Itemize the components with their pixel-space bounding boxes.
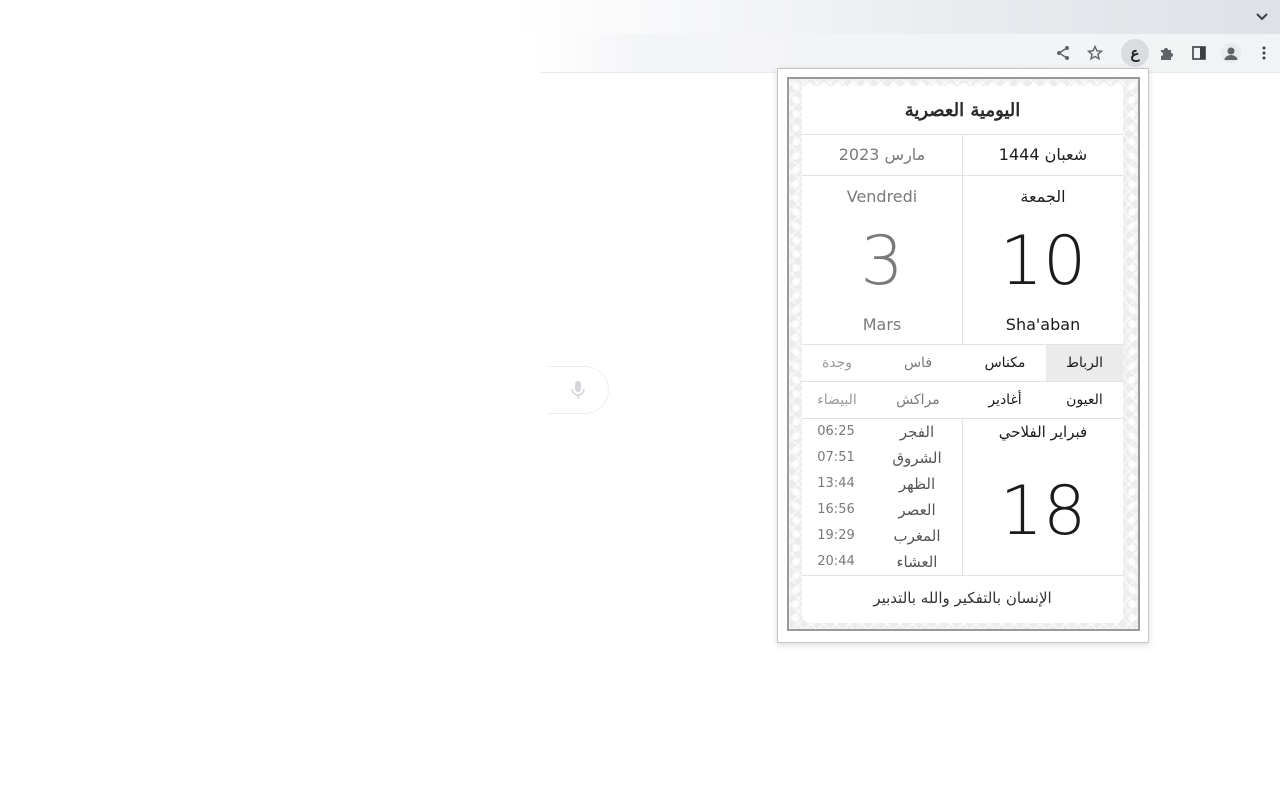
gregorian-day-number: 3 [860,221,904,301]
city-casablanca[interactable]: البيضاء [802,382,872,418]
city-oujda[interactable]: وجدة [802,345,872,381]
calendar-title: اليومية العصرية [904,99,1021,121]
bookmark-button[interactable] [1081,39,1109,67]
prayer-time: 13:44 [817,475,855,491]
city-marrakech[interactable]: مراكش [878,382,958,418]
city-rabat[interactable]: الرباط [1046,345,1123,381]
prayer-time: 07:51 [817,449,855,465]
calendar-popup: اليومية العصرية شعبان 1444 مارس 2023 الج… [777,68,1149,643]
gregorian-month-name: Mars [862,314,902,334]
prayer-time: 19:29 [817,527,855,543]
gregorian-day-name: Vendredi [846,186,918,206]
browser-menu-button[interactable] [1250,39,1278,67]
city-laayoune[interactable]: العيون [1046,382,1123,418]
tab-search-button[interactable] [1252,7,1272,27]
prayer-time: 16:56 [817,501,855,517]
quote-text: الإنسان بالتفكير والله بالتدبير [873,589,1052,607]
share-button[interactable] [1049,39,1077,67]
prayer-name: الظهر [898,475,936,493]
calendar-card: اليومية العصرية شعبان 1444 مارس 2023 الج… [802,86,1123,623]
extension-arabic-icon: ع [1130,44,1140,62]
extensions-button[interactable] [1153,39,1181,67]
chevron-down-icon [1256,13,1268,21]
tab-strip [0,0,1280,34]
puzzle-icon [1161,48,1173,60]
side-panel-button[interactable] [1185,39,1213,67]
city-meknes[interactable]: مكناس [965,345,1045,381]
microphone-icon [570,381,585,399]
prayer-name: المغرب [893,527,941,545]
prayer-name: العصر [898,501,936,519]
profile-icon [1221,43,1241,63]
divider [802,575,1123,576]
prayer-time: 20:44 [817,553,855,569]
prayer-time: 06:25 [817,423,855,439]
hijri-month-name: Sha'aban [1005,314,1081,334]
side-panel-icon [1192,46,1206,60]
city-agadir[interactable]: أغادير [965,382,1045,418]
hijri-day-name: الجمعة [1020,186,1066,206]
more-icon [1262,46,1266,60]
prayer-name: العشاء [896,553,938,571]
share-icon [1057,46,1069,60]
hijri-day-number: 10 [999,221,1087,301]
falahi-day-number: 18 [999,471,1087,551]
calendar-extension-button[interactable]: ع [1121,39,1149,67]
hijri-month: شعبان 1444 [998,145,1088,164]
falahi-month: فبراير الفلاحي [998,423,1088,441]
star-icon [1087,45,1103,61]
prayer-name: الفجر [899,423,935,441]
prayer-name: الشروق [892,449,942,467]
profile-button[interactable] [1217,39,1245,67]
voice-search-button[interactable] [547,366,609,414]
gregorian-month: مارس 2023 [838,145,926,164]
city-fes[interactable]: فاس [878,345,958,381]
